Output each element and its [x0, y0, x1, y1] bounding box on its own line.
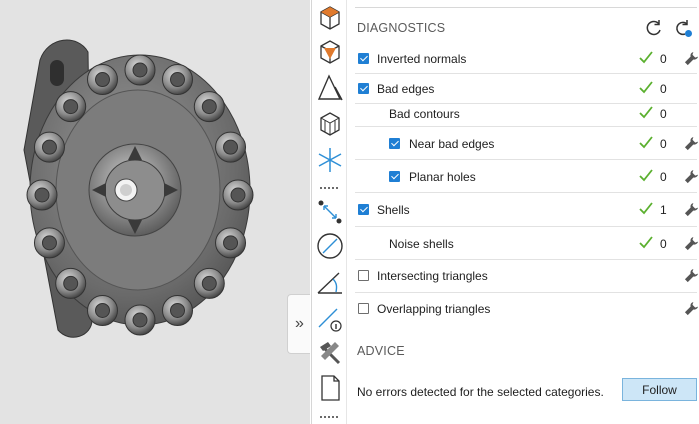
- diag-label: Near bad edges: [409, 137, 495, 151]
- model-bead-hole: [41, 139, 57, 155]
- model-bead-hole: [170, 72, 186, 88]
- follow-button[interactable]: Follow: [622, 378, 697, 401]
- diag-row-intersecting-triangles[interactable]: Intersecting triangles: [355, 261, 699, 293]
- checkbox-shells[interactable]: [358, 204, 369, 215]
- diag-row-noise-shells[interactable]: Noise shells 0: [355, 228, 699, 260]
- wrench-icon[interactable]: [684, 268, 699, 283]
- diag-label: Planar holes: [409, 170, 476, 184]
- check-icon: [639, 236, 653, 249]
- diag-row-near-bad-edges[interactable]: Near bad edges 0: [355, 128, 699, 160]
- model-bead-hole: [170, 302, 186, 318]
- model-bead-hole: [230, 187, 246, 203]
- model-bead-hole: [132, 62, 148, 78]
- model-bead-hole: [132, 312, 148, 328]
- diag-label: Bad edges: [377, 82, 435, 96]
- wrench-icon[interactable]: [684, 51, 699, 66]
- wrench-icon[interactable]: [684, 236, 699, 251]
- advice-message: No errors detected for the selected cate…: [357, 385, 604, 399]
- diagnostics-title: DIAGNOSTICS: [357, 21, 446, 35]
- 3d-model[interactable]: [0, 0, 310, 424]
- check-icon: [639, 202, 653, 215]
- wrench-icon[interactable]: [684, 136, 699, 151]
- refresh-settings-icon[interactable]: [673, 18, 693, 38]
- 3d-viewport[interactable]: »: [0, 0, 310, 424]
- model-bead-hole: [201, 275, 217, 291]
- checkbox-bad-edges[interactable]: [358, 83, 369, 94]
- model-bead-hole: [63, 99, 79, 115]
- double-chevron-right-icon: »: [295, 315, 304, 332]
- model-bead-hole: [201, 99, 217, 115]
- box-view-icon[interactable]: [314, 2, 346, 34]
- diag-label: Overlapping triangles: [377, 302, 491, 316]
- advice-title: ADVICE: [357, 344, 405, 358]
- model-bead-hole: [94, 302, 110, 318]
- diagnostics-panel: DIAGNOSTICS Inverted normals 0 Bad edges…: [347, 0, 699, 424]
- diag-row-overlapping-triangles[interactable]: Overlapping triangles: [355, 294, 699, 326]
- more-dots-icon[interactable]: [319, 416, 339, 418]
- model-bead-hole: [223, 235, 239, 251]
- wrench-icon[interactable]: [684, 301, 699, 316]
- diag-count: 0: [660, 52, 667, 66]
- wrench-icon[interactable]: [684, 169, 699, 184]
- checkbox-planar-holes[interactable]: [389, 171, 400, 182]
- diag-row-bad-contours[interactable]: Bad contours 0: [355, 100, 697, 127]
- point-distance-icon[interactable]: [314, 196, 346, 228]
- angle-icon[interactable]: [314, 266, 346, 298]
- check-icon: [639, 81, 653, 94]
- divider: [355, 7, 697, 8]
- diag-count: 0: [660, 137, 667, 151]
- wrench-icon[interactable]: [684, 202, 699, 217]
- side-toolbar: [311, 0, 347, 424]
- diag-label: Intersecting triangles: [377, 269, 488, 283]
- model-bead-hole: [41, 235, 57, 251]
- checkbox-overlapping-triangles[interactable]: [358, 303, 369, 314]
- model-bead-hole: [94, 72, 110, 88]
- diag-label: Bad contours: [389, 107, 460, 121]
- check-icon: [639, 169, 653, 182]
- more-dots-icon[interactable]: [319, 187, 339, 189]
- diag-row-planar-holes[interactable]: Planar holes 0: [355, 161, 699, 193]
- diag-row-shells[interactable]: Shells 1: [355, 194, 699, 227]
- document-icon[interactable]: [314, 372, 346, 404]
- expand-panel-button[interactable]: »: [287, 294, 310, 354]
- checkbox-intersecting-triangles[interactable]: [358, 270, 369, 281]
- triangle-measure-icon[interactable]: [314, 72, 346, 104]
- diag-row-inverted-normals[interactable]: Inverted normals 0: [355, 44, 699, 74]
- model-bead-hole: [223, 139, 239, 155]
- distance-info-icon[interactable]: [314, 302, 346, 334]
- refresh-icon[interactable]: [644, 18, 664, 38]
- diag-label: Shells: [377, 203, 410, 217]
- box-wireframe-icon[interactable]: [314, 108, 346, 140]
- diag-count: 0: [660, 82, 667, 96]
- check-icon: [639, 106, 653, 119]
- box-select-icon[interactable]: [314, 36, 346, 68]
- check-icon: [639, 51, 653, 64]
- model-bead-hole: [34, 187, 50, 203]
- diag-count: 0: [660, 170, 667, 184]
- diag-count: 0: [660, 107, 667, 121]
- diameter-icon[interactable]: [314, 230, 346, 262]
- snowflake-icon[interactable]: [314, 144, 346, 176]
- checkbox-inverted-normals[interactable]: [358, 53, 369, 64]
- diag-label: Inverted normals: [377, 52, 467, 66]
- diag-label: Noise shells: [389, 237, 454, 251]
- diag-count: 0: [660, 237, 667, 251]
- diag-count: 1: [660, 203, 667, 217]
- check-icon: [639, 136, 653, 149]
- checkbox-near-bad-edges[interactable]: [389, 138, 400, 149]
- model-bead-hole: [63, 275, 79, 291]
- hammer-tools-icon[interactable]: [314, 336, 346, 368]
